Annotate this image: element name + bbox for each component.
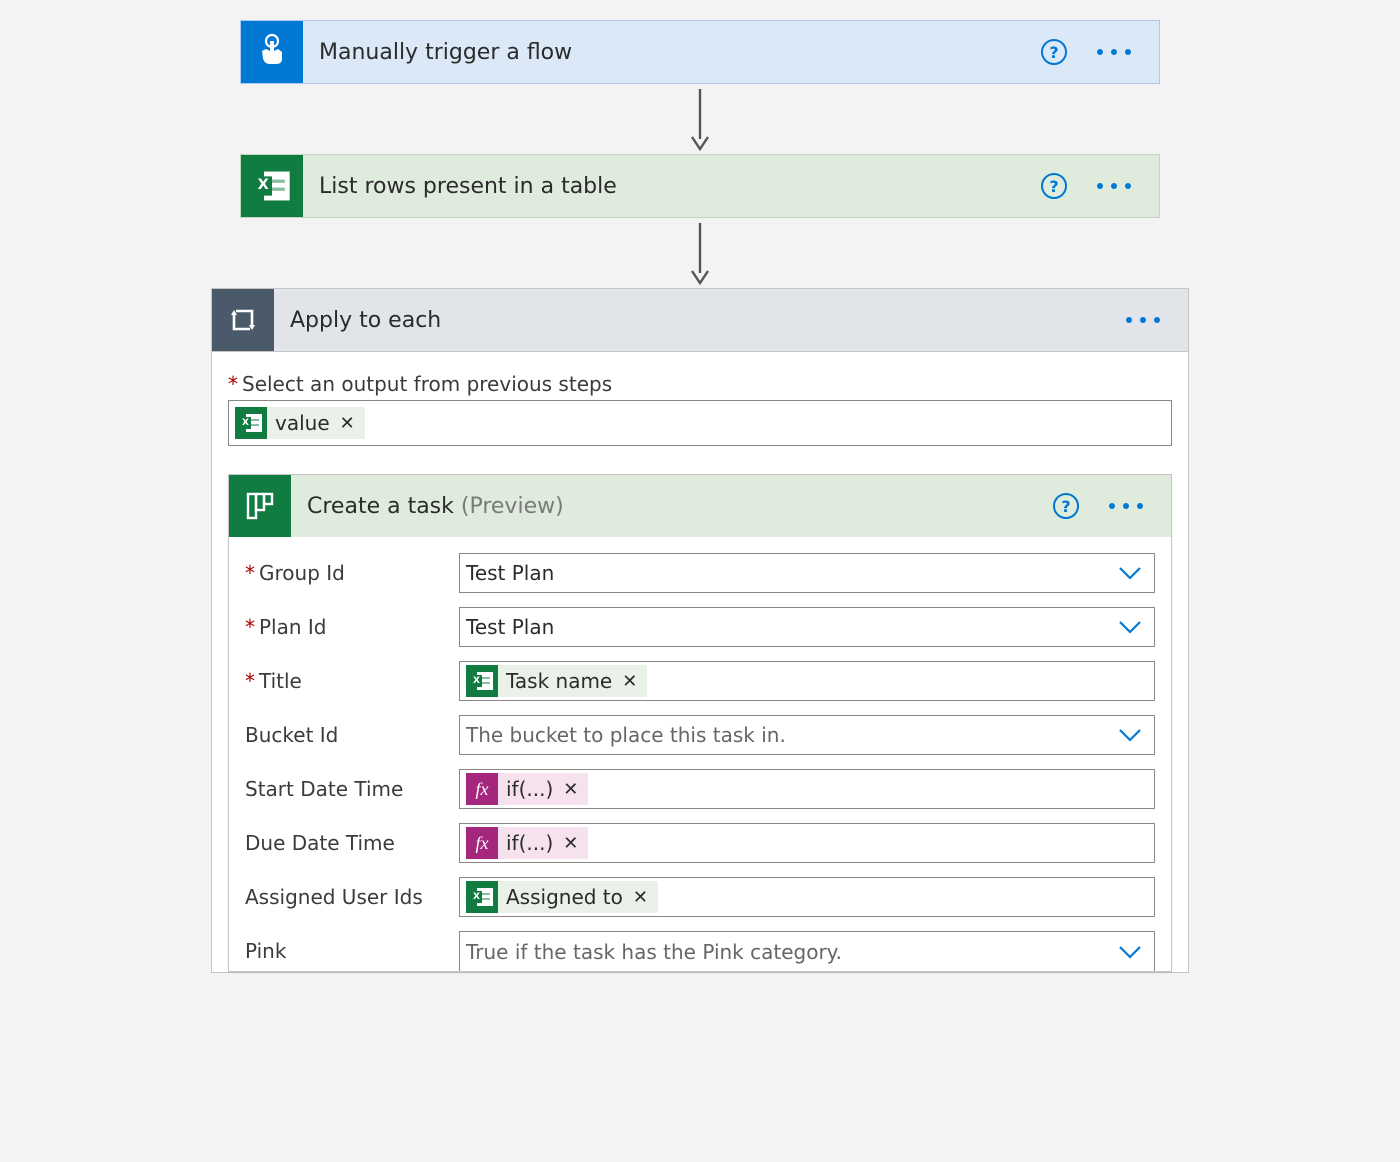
field-label: Due Date Time — [245, 831, 395, 855]
field-label: Group Id — [259, 561, 345, 585]
loop-icon — [212, 289, 274, 351]
step-create-task: Create a task (Preview) ? *Group Id Test… — [228, 474, 1172, 972]
connector-arrow — [688, 218, 712, 288]
due-date-input[interactable]: fx if(...) ✕ — [459, 823, 1155, 863]
token-task-name[interactable]: X Task name ✕ — [466, 665, 647, 697]
token-expression[interactable]: fx if(...) ✕ — [466, 827, 588, 859]
create-task-header[interactable]: Create a task (Preview) ? — [229, 475, 1171, 537]
output-input[interactable]: X value ✕ — [228, 400, 1172, 446]
step-title: Manually trigger a flow — [303, 40, 1041, 65]
chevron-down-icon — [1118, 620, 1142, 634]
more-icon[interactable] — [1120, 311, 1166, 329]
field-label: Bucket Id — [245, 723, 338, 747]
field-label: Start Date Time — [245, 777, 403, 801]
excel-icon: X — [241, 155, 303, 217]
step-trigger[interactable]: Manually trigger a flow ? — [240, 20, 1160, 84]
token-assigned-to[interactable]: X Assigned to ✕ — [466, 881, 658, 913]
chevron-down-icon — [1118, 945, 1142, 959]
field-label: Plan Id — [259, 615, 327, 639]
excel-icon: X — [466, 881, 498, 913]
bucket-id-select[interactable]: The bucket to place this task in. — [459, 715, 1155, 755]
required-asterisk: * — [228, 372, 242, 396]
field-due-date: Due Date Time fx if(...) ✕ — [245, 823, 1155, 863]
field-plan-id: *Plan Id Test Plan — [245, 607, 1155, 647]
group-id-select[interactable]: Test Plan — [459, 553, 1155, 593]
touch-icon — [241, 21, 303, 83]
output-label: Select an output from previous steps — [242, 372, 612, 396]
planner-icon — [229, 475, 291, 537]
assigned-input[interactable]: X Assigned to ✕ — [459, 877, 1155, 917]
field-label: Assigned User Ids — [245, 885, 423, 909]
title-input[interactable]: X Task name ✕ — [459, 661, 1155, 701]
step-title: List rows present in a table — [303, 174, 1041, 199]
field-label: Title — [259, 669, 302, 693]
step-list-rows[interactable]: X List rows present in a table ? — [240, 154, 1160, 218]
field-start-date: Start Date Time fx if(...) ✕ — [245, 769, 1155, 809]
field-title: *Title X Task name ✕ — [245, 661, 1155, 701]
fx-icon: fx — [466, 827, 498, 859]
field-bucket-id: Bucket Id The bucket to place this task … — [245, 715, 1155, 755]
token-remove[interactable]: ✕ — [631, 887, 650, 908]
field-assigned: Assigned User Ids X Assigned to ✕ — [245, 877, 1155, 917]
connector-arrow — [688, 84, 712, 154]
token-remove[interactable]: ✕ — [620, 671, 639, 692]
token-remove[interactable]: ✕ — [561, 833, 580, 854]
fx-icon: fx — [466, 773, 498, 805]
more-icon[interactable] — [1091, 43, 1137, 61]
help-icon[interactable]: ? — [1053, 493, 1079, 519]
excel-icon: X — [235, 407, 267, 439]
plan-id-select[interactable]: Test Plan — [459, 607, 1155, 647]
chevron-down-icon — [1118, 728, 1142, 742]
token-expression[interactable]: fx if(...) ✕ — [466, 773, 588, 805]
help-icon[interactable]: ? — [1041, 39, 1067, 65]
help-icon[interactable]: ? — [1041, 173, 1067, 199]
step-title: Apply to each — [274, 308, 1120, 333]
token-remove[interactable]: ✕ — [338, 413, 357, 434]
field-label: Pink — [245, 939, 286, 963]
step-title: Create a task (Preview) — [291, 494, 1053, 519]
apply-to-each-header[interactable]: Apply to each — [212, 289, 1188, 352]
start-date-input[interactable]: fx if(...) ✕ — [459, 769, 1155, 809]
chevron-down-icon — [1118, 566, 1142, 580]
field-group-id: *Group Id Test Plan — [245, 553, 1155, 593]
pink-select[interactable]: True if the task has the Pink category. — [459, 931, 1155, 971]
excel-icon: X — [466, 665, 498, 697]
token-remove[interactable]: ✕ — [561, 779, 580, 800]
more-icon[interactable] — [1091, 177, 1137, 195]
more-icon[interactable] — [1103, 497, 1149, 515]
field-pink: Pink True if the task has the Pink categ… — [245, 931, 1155, 971]
step-apply-to-each: Apply to each *Select an output from pre… — [211, 288, 1189, 973]
token-value[interactable]: X value ✕ — [235, 407, 365, 439]
